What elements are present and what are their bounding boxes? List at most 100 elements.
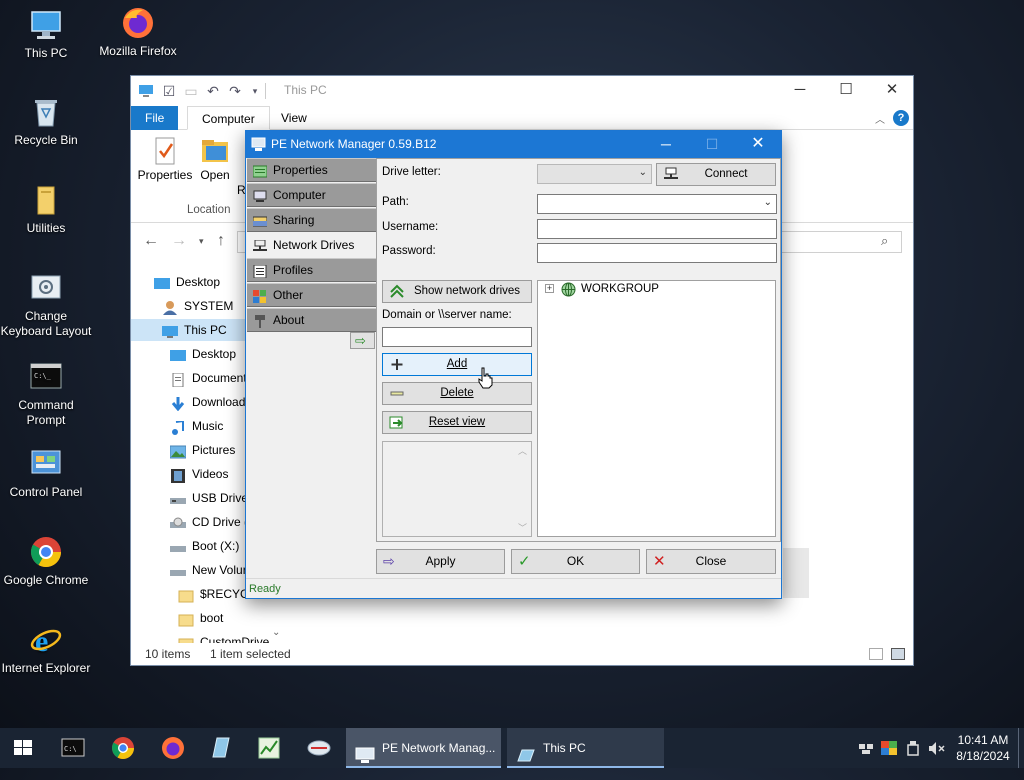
close-button[interactable]: ✕ Close — [646, 549, 776, 574]
desktop-icon — [154, 276, 170, 290]
recent-locations-chevron-icon[interactable]: ▾ — [199, 236, 204, 247]
pictures-icon — [169, 444, 187, 459]
sidebar-item-other[interactable]: Other — [247, 283, 376, 307]
nav-item-usb-drive[interactable]: USB Drive — [170, 487, 248, 509]
nav-item-documents[interactable]: Document — [170, 367, 247, 389]
delete-button[interactable]: Delete — [382, 382, 532, 405]
show-network-drives-button[interactable]: Show network drives — [382, 280, 532, 303]
sidebar-item-computer[interactable]: Computer — [247, 183, 376, 207]
sidebar-item-profiles[interactable]: Profiles — [247, 258, 376, 282]
open-ribbon-button[interactable]: Open — [197, 136, 233, 182]
maximize-icon[interactable]: ☐ — [823, 76, 869, 106]
close-icon[interactable]: ✕ — [735, 131, 781, 158]
nav-item-system[interactable]: SYSTEM — [162, 295, 233, 317]
start-windows-icon[interactable] — [0, 732, 46, 764]
volume-muted-icon[interactable] — [928, 741, 946, 759]
reset-view-icon — [389, 415, 405, 430]
properties-ribbon-button[interactable]: Properties — [137, 136, 193, 182]
new-folder-quick-icon[interactable]: ▭ — [183, 83, 199, 99]
drive-letter-label: Drive letter: — [382, 166, 441, 178]
close-icon[interactable]: ✕ — [869, 76, 915, 106]
nav-item-pictures[interactable]: Pictures — [169, 439, 235, 461]
network-tools-icon[interactable] — [296, 732, 342, 764]
sidebar-item-properties[interactable]: Properties — [247, 158, 376, 182]
tree-item-workgroup[interactable]: WORKGROUP — [581, 283, 659, 295]
details-view-icon[interactable] — [869, 648, 883, 660]
domain-list[interactable]: ︿ ﹀ — [382, 441, 532, 537]
domain-field[interactable] — [382, 327, 532, 347]
desktop-icon-google-chrome[interactable]: Google Chrome — [0, 535, 92, 588]
forward-arrow-icon[interactable]: → — [171, 232, 187, 250]
desktop-icon-utilities[interactable]: Utilities — [0, 183, 92, 236]
sidebar-item-sharing[interactable]: Sharing — [247, 208, 376, 232]
network-app-icon — [355, 740, 375, 780]
network-tree[interactable]: + WORKGROUP — [537, 280, 776, 537]
internet-explorer-icon: e — [29, 623, 63, 658]
help-icon[interactable]: ? — [893, 110, 909, 126]
minimize-icon[interactable]: ─ — [777, 76, 823, 106]
chrome-icon[interactable] — [100, 732, 146, 764]
sidebar-item-about[interactable]: About — [247, 308, 376, 332]
undo-icon[interactable]: ↶ — [205, 83, 221, 99]
tree-expand-icon[interactable]: + — [545, 284, 554, 293]
connect-button[interactable]: Connect — [656, 163, 776, 186]
nav-item-customdrive-folder[interactable]: CustomDrive — [178, 631, 269, 643]
desktop-icon-this-pc[interactable]: This PC — [0, 8, 92, 61]
sidebar-item-network-drives[interactable]: Network Drives — [247, 233, 376, 257]
tab-computer[interactable]: Computer — [187, 106, 270, 130]
desktop-icon-change-keyboard-layout[interactable]: Change Keyboard Layout — [0, 271, 92, 339]
minimize-icon[interactable]: ─ — [643, 131, 689, 158]
task-manager-icon[interactable] — [246, 732, 292, 764]
drive-icon — [170, 564, 186, 578]
desktop-icon-recycle-bin[interactable]: Recycle Bin — [0, 95, 92, 148]
tab-file[interactable]: File — [131, 106, 179, 130]
collapse-ribbon-chevron-icon[interactable]: ︿ — [875, 111, 885, 126]
maximize-icon[interactable]: ☐ — [689, 131, 735, 158]
add-button[interactable]: Add — [382, 353, 532, 376]
reset-view-button[interactable]: Reset view — [382, 411, 532, 434]
nav-item-videos[interactable]: Videos — [170, 463, 228, 485]
path-combobox[interactable]: ⌄ — [537, 194, 777, 214]
taskbar-window-this-pc[interactable]: This PC — [507, 728, 664, 768]
clock[interactable]: 10:41 AM 8/18/2024 — [950, 728, 1016, 768]
scroll-down-icon[interactable]: ﹀ — [518, 521, 527, 534]
nav-item-desktop[interactable]: Desktop — [154, 271, 220, 293]
username-field[interactable] — [537, 219, 777, 239]
drive-letter-select[interactable]: ⌄ — [537, 164, 652, 184]
properties-quick-icon[interactable]: ☑ — [161, 83, 177, 99]
nav-item-boot-folder[interactable]: boot — [178, 607, 223, 629]
usb-eject-icon[interactable] — [907, 741, 919, 759]
nav-item-desktop-sub[interactable]: Desktop — [170, 343, 236, 365]
display-settings-icon[interactable] — [881, 741, 897, 759]
password-field[interactable] — [537, 243, 777, 263]
back-arrow-icon[interactable]: ← — [143, 232, 159, 250]
path-label: Path: — [382, 196, 409, 208]
network-tray-icon[interactable] — [858, 741, 874, 759]
up-arrow-icon[interactable]: ↑ — [217, 232, 225, 250]
desktop-icon-internet-explorer[interactable]: e Internet Explorer — [0, 623, 92, 676]
command-prompt-icon[interactable]: C:\ — [50, 732, 96, 764]
desktop-icon-command-prompt[interactable]: C:\_ Command Prompt — [0, 360, 92, 428]
large-icons-view-icon[interactable] — [891, 648, 905, 660]
scroll-up-icon[interactable]: ︿ — [518, 444, 527, 457]
notes-app-icon[interactable] — [198, 732, 244, 764]
nav-item-new-volume[interactable]: New Volur — [170, 559, 247, 581]
taskbar-window-pe-network-manager[interactable]: PE Network Manag... — [346, 728, 501, 768]
firefox-icon[interactable] — [150, 732, 196, 764]
redo-icon[interactable]: ↷ — [227, 83, 243, 99]
search-icon[interactable]: ⌕ — [881, 233, 888, 249]
desktop-icon-control-panel[interactable]: Control Panel — [0, 447, 92, 500]
nav-item-recycle-folder[interactable]: $RECYCL — [178, 583, 255, 605]
sidebar-toggle-button[interactable]: ⇨ — [350, 332, 375, 349]
desktop-icon-firefox[interactable]: Mozilla Firefox — [92, 6, 184, 59]
nav-item-boot-drive[interactable]: Boot (X:) — [170, 535, 239, 557]
show-desktop-button[interactable] — [1018, 728, 1024, 768]
nav-item-downloads[interactable]: Download — [170, 391, 245, 413]
nav-scroll-down-chevron-icon[interactable]: ⌄ — [272, 627, 280, 638]
nav-item-music[interactable]: Music — [170, 415, 223, 437]
ok-button[interactable]: ✓ OK — [511, 549, 640, 574]
tab-view[interactable]: View — [267, 106, 321, 130]
customize-toolbar-chevron-icon[interactable]: ▾ — [247, 83, 263, 99]
nav-item-cd-drive[interactable]: CD Drive ( — [170, 511, 248, 533]
apply-button[interactable]: ⇨ Apply — [376, 549, 505, 574]
